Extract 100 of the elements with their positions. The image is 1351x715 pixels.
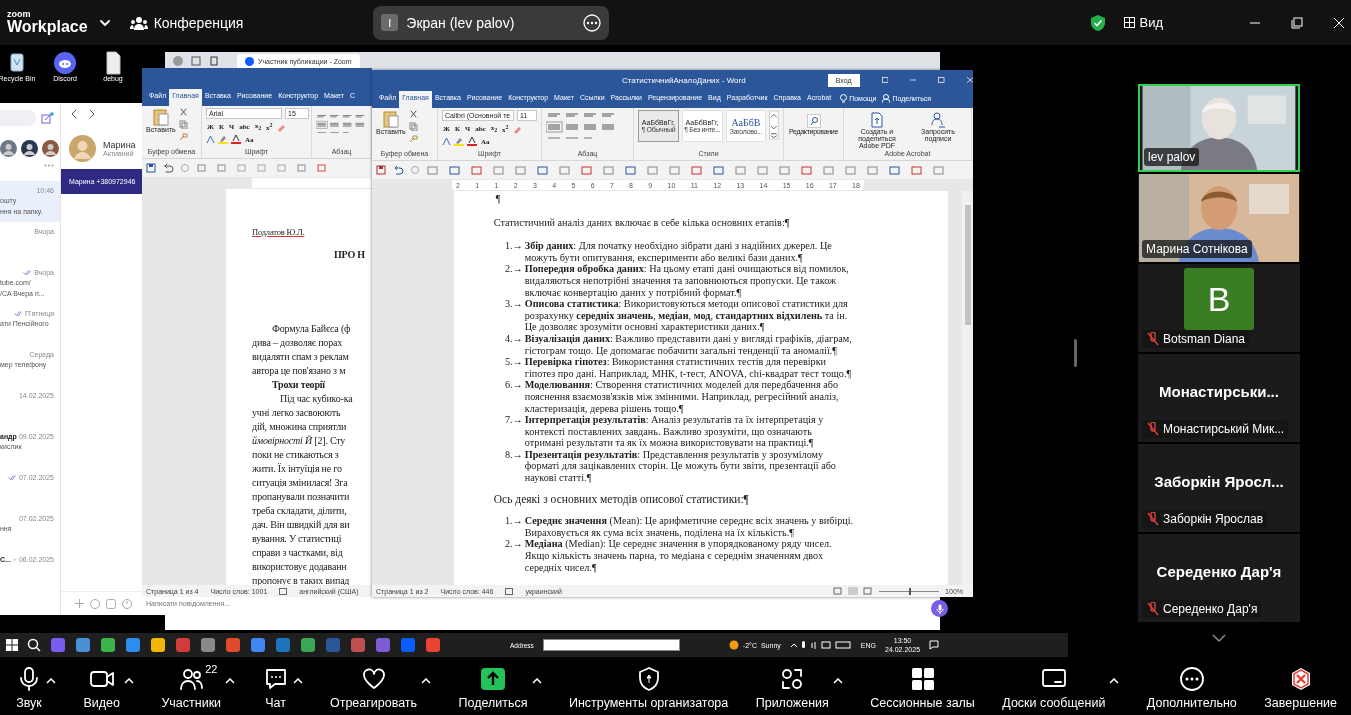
address-field[interactable] bbox=[542, 639, 680, 651]
caret-icon bbox=[1109, 677, 1120, 684]
chevron-down-icon[interactable] bbox=[1212, 634, 1226, 642]
participant-tile[interactable]: Марина Сотнікова bbox=[1138, 174, 1300, 262]
highlight-icon[interactable] bbox=[218, 135, 228, 145]
text-effects-icon[interactable] bbox=[206, 135, 215, 145]
chat-app-icon[interactable] bbox=[53, 51, 77, 75]
participant-name: Botsman Diana bbox=[1163, 332, 1246, 346]
weather-icon[interactable] bbox=[728, 640, 739, 650]
participant-tile[interactable]: Монастирськи... Монастирський Мик... bbox=[1138, 354, 1300, 442]
maximize-icon[interactable] bbox=[1291, 16, 1303, 29]
caret-icon bbox=[46, 677, 56, 684]
participant-name: Середенко Дар'я bbox=[1163, 602, 1258, 616]
participant-tile[interactable]: lev palov bbox=[1138, 84, 1300, 172]
proofing-icon[interactable] bbox=[505, 587, 514, 595]
cut-icon[interactable] bbox=[408, 110, 418, 119]
caret-icon bbox=[531, 677, 542, 684]
document-line: треба складати, ділити, bbox=[252, 504, 348, 518]
toolbar-button[interactable]: Сессионные залы bbox=[868, 665, 977, 710]
app-icon[interactable] bbox=[125, 637, 141, 653]
toolbar-button[interactable]: 22 Участники bbox=[159, 665, 224, 710]
forward-icon[interactable] bbox=[89, 109, 95, 119]
toolbar-button[interactable]: Звук bbox=[14, 665, 44, 710]
list-number: 2.→ bbox=[503, 263, 524, 277]
app-icon[interactable] bbox=[425, 637, 441, 653]
share-status-label: Экран (lev palov) bbox=[406, 14, 516, 31]
share-status-pill[interactable]: I Экран (lev palov) bbox=[373, 5, 610, 40]
toolbar-button[interactable]: Отреагировать bbox=[327, 665, 420, 710]
scroll-arrows-icon[interactable] bbox=[769, 110, 779, 140]
toolbar-button[interactable]: Чат bbox=[260, 665, 291, 710]
avatar[interactable] bbox=[21, 140, 38, 157]
start-icon[interactable] bbox=[6, 639, 18, 651]
list-number: 7.→ bbox=[503, 414, 524, 428]
toolbar-button[interactable]: Доски сообщений bbox=[1000, 665, 1108, 710]
app-icon[interactable] bbox=[100, 637, 116, 653]
list-item-text: Описова статистика: Використовуються методи описової статистики для розрахунку середніх значень, медіан, мод, стандартних відхилень та ін. Це дозволяє зрозуміти основні характеристики даних.¶ bbox=[524, 298, 849, 333]
list-item-text: Середнє значення (Mean): Це арифметичне середнє всіх значень у вибірці. Вираховується як сума всіх значень, поділена на їх кількість.¶ bbox=[524, 515, 854, 539]
format-painter-icon[interactable] bbox=[408, 134, 418, 143]
avatar[interactable] bbox=[42, 140, 59, 157]
document-line: Подлатов Ю.Л. bbox=[252, 226, 306, 239]
toolbar-button[interactable]: Видео bbox=[81, 665, 122, 710]
chevron-icon[interactable] bbox=[99, 19, 110, 26]
microphone-button[interactable] bbox=[931, 600, 948, 617]
compose-icon[interactable] bbox=[41, 112, 54, 124]
search-icon[interactable] bbox=[27, 638, 41, 652]
resize-handle[interactable] bbox=[1073, 338, 1077, 367]
app-icon[interactable] bbox=[225, 637, 241, 653]
maximize-icon[interactable] bbox=[938, 76, 945, 84]
undo-icon[interactable] bbox=[162, 163, 174, 173]
notification-icon[interactable] bbox=[929, 640, 940, 650]
undo-icon[interactable] bbox=[392, 165, 404, 175]
document-line: Трохи теорії bbox=[272, 378, 326, 392]
ribbon-display-icon[interactable] bbox=[881, 76, 888, 84]
toolbar-button[interactable]: Завершение bbox=[1262, 665, 1339, 710]
participant-tile[interactable]: Середенко Дар'я Середенко Дар'я bbox=[1138, 534, 1300, 622]
participant-name: Марина Сотнікова bbox=[1146, 242, 1248, 256]
save-icon[interactable] bbox=[376, 165, 386, 175]
more-icon[interactable] bbox=[583, 13, 602, 32]
document-line: використовує додаванн bbox=[252, 560, 348, 574]
meeting-menu[interactable]: Конференция bbox=[129, 14, 244, 31]
lightbulb-icon bbox=[840, 94, 848, 103]
highlight-icon[interactable] bbox=[454, 137, 464, 147]
view-button[interactable]: Вид bbox=[1118, 14, 1169, 31]
app-icon[interactable] bbox=[250, 637, 266, 653]
search-icon bbox=[806, 114, 821, 128]
app-icon[interactable] bbox=[300, 637, 316, 653]
back-icon[interactable] bbox=[71, 109, 77, 119]
microphone-icon bbox=[935, 603, 944, 614]
list-number: 6.→ bbox=[503, 379, 524, 393]
list-item-text: Попередня обробка даних: На цьому етапі дані очищаються від помилок, видаляються непотрібні значення та заповнюються пропуски. Це також включає конвертацію даних у потрібний формат.¶ bbox=[524, 263, 850, 299]
scrollbar[interactable] bbox=[962, 191, 973, 585]
font-color-icon[interactable] bbox=[231, 135, 241, 145]
paragraph-mark: ¶ bbox=[495, 193, 502, 205]
toolbar-button[interactable]: Поделиться bbox=[456, 665, 530, 710]
text-effects-icon[interactable] bbox=[442, 137, 451, 147]
list-item-text: Моделювання: Створення статистичних моделей для передбачення або пояснення взаємозв'язків між змінними. Наприклад, регресійний аналіз, кластеризація, дерева рішень тощо.¶ bbox=[524, 379, 840, 415]
participant-tile[interactable]: B Botsman Diana bbox=[1138, 264, 1300, 352]
system-tray-drawing[interactable] bbox=[789, 640, 852, 650]
list-number: 3.→ bbox=[503, 298, 524, 312]
save-icon[interactable] bbox=[146, 163, 156, 173]
format-painter-icon[interactable] bbox=[178, 132, 188, 141]
view-modes-icon[interactable] bbox=[833, 587, 874, 595]
toolbar-button[interactable]: Дополнительно bbox=[1144, 665, 1239, 710]
document-share-icon bbox=[870, 112, 884, 128]
list-number: 1.→ bbox=[503, 515, 524, 529]
close-icon[interactable] bbox=[1333, 16, 1345, 29]
document-line: ПРО Н bbox=[334, 248, 366, 262]
list-number: 2.→ bbox=[503, 538, 524, 552]
toolbar-button[interactable]: Приложения bbox=[753, 665, 831, 710]
person-icon bbox=[882, 94, 891, 103]
grid-icon bbox=[1124, 17, 1136, 28]
app-icon[interactable] bbox=[200, 637, 216, 653]
app-icon[interactable] bbox=[75, 637, 91, 653]
participant-tile[interactable]: Заборкін Яросл... Заборкін Ярослав bbox=[1138, 444, 1300, 532]
app-icon[interactable] bbox=[150, 637, 166, 653]
font-color-icon[interactable] bbox=[467, 137, 477, 147]
document-line: поки не стикаються з bbox=[252, 448, 340, 462]
cut-icon[interactable] bbox=[178, 108, 188, 117]
proofing-icon[interactable] bbox=[279, 587, 288, 595]
toolbar-button[interactable]: Инструменты организатора bbox=[567, 665, 731, 710]
